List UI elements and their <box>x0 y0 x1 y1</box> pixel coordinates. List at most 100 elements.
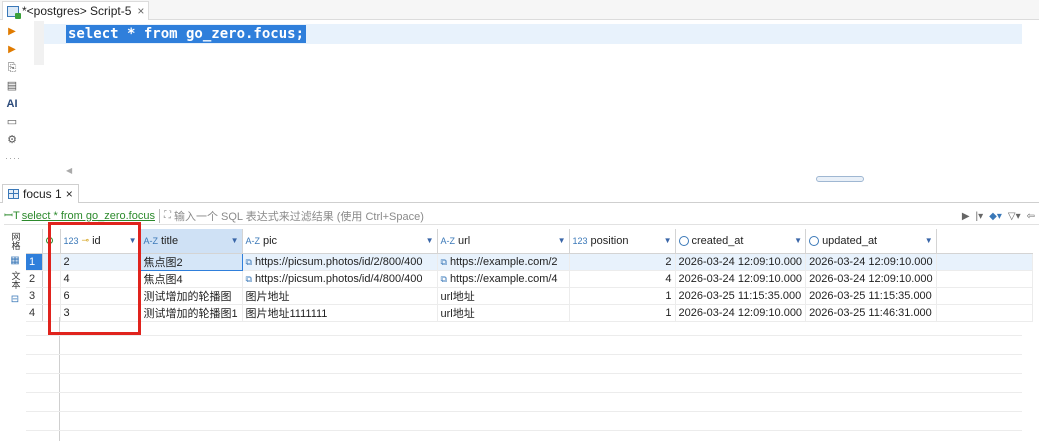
panel-splitter-handle[interactable] <box>816 176 864 182</box>
column-header-url[interactable]: A-Z url ▼ <box>437 229 570 254</box>
editor-tab-script-5[interactable]: *<postgres> Script-5 × <box>2 1 150 20</box>
link-icon: ⧉ <box>440 256 447 267</box>
cell-updated-at[interactable]: 2026-03-24 12:09:10.000 <box>805 253 937 271</box>
cell-created-at[interactable]: 2026-03-25 11:15:35.000 <box>675 287 807 305</box>
execute-script-icon[interactable]: ▶ <box>5 43 19 57</box>
cell-pic[interactable]: 图片地址 <box>242 287 438 305</box>
divider <box>158 208 160 223</box>
sql-script-icon <box>7 5 21 19</box>
table-row[interactable]: 2 4 焦点图4 ⧉ https://picsum.photos/id/4/800… <box>26 270 1033 288</box>
chevron-down-icon[interactable]: ▼ <box>129 236 137 245</box>
cell-pic[interactable]: ⧉ https://picsum.photos/id/2/800/400 <box>242 253 438 271</box>
column-header-created-at[interactable]: created_at ▼ <box>675 229 807 254</box>
empty-row <box>26 336 1022 355</box>
cell-spacer <box>42 253 61 271</box>
row-number-header <box>26 229 43 254</box>
link-icon: ⧉ <box>245 273 252 284</box>
row-number[interactable]: 1 <box>26 253 43 271</box>
chevron-down-icon[interactable]: ▼ <box>558 236 566 245</box>
cell-title[interactable]: 焦点图2 <box>139 252 243 271</box>
table-grid-icon <box>8 189 19 199</box>
cell-pic-text: https://picsum.photos/id/2/800/400 <box>254 255 423 268</box>
chevron-down-icon[interactable]: ▼ <box>426 236 434 245</box>
text-type-icon: A-Z <box>245 235 261 246</box>
cell-pic-text: https://picsum.photos/id/4/800/400 <box>254 272 423 285</box>
editor-tab-label: *<postgres> Script-5 <box>22 4 132 18</box>
numeric-type-icon: 123 <box>63 235 79 246</box>
execute-statement-icon[interactable]: ▶ <box>5 25 19 39</box>
chevron-down-icon[interactable]: ▼ <box>794 236 802 245</box>
cell-id[interactable]: 2 <box>60 253 141 271</box>
column-header-pic[interactable]: A-Z pic ▼ <box>242 229 438 254</box>
chevron-down-icon[interactable]: ▼ <box>231 236 239 245</box>
table-row[interactable]: 3 6 测试增加的轮播图 图片地址 url地址 1 2026-03-25 11:… <box>26 287 1033 305</box>
clock-icon <box>678 235 689 246</box>
cell-created-at[interactable]: 2026-03-24 12:09:10.000 <box>675 253 807 271</box>
expand-icon[interactable]: ⛶ <box>164 210 171 221</box>
cell-position[interactable]: 2 <box>569 253 676 271</box>
cell-pic[interactable]: ⧉ https://picsum.photos/id/4/800/400 <box>242 270 438 288</box>
cell-created-at[interactable]: 2026-03-24 12:09:10.000 <box>675 270 807 288</box>
cell-id[interactable]: 6 <box>60 287 141 305</box>
record-view-icon[interactable]: ⊟ <box>11 293 19 306</box>
settings-gear-icon[interactable]: ⚙ <box>5 133 19 147</box>
scroll-left-icon[interactable]: ◀ <box>66 166 72 175</box>
filter-actions: ▶ |▾ ◆▾ ▽▾ ⇦ <box>962 207 1035 225</box>
grid-view-tab[interactable]: 网格 <box>9 232 22 250</box>
table-row[interactable]: 1 2 焦点图2 ⧉ https://picsum.photos/id/2/800… <box>26 252 1033 271</box>
close-icon[interactable]: × <box>137 4 144 18</box>
grid-view-icon[interactable]: ▦ <box>10 254 19 267</box>
select-all-header[interactable] <box>42 229 61 254</box>
cell-url[interactable]: ⧉ https://example.com/4 <box>437 270 570 288</box>
console-icon[interactable]: ▭ <box>5 115 19 129</box>
empty-row <box>26 393 1022 412</box>
filter-input[interactable]: 输入一个 SQL 表达式来过滤结果 (使用 Ctrl+Space) <box>174 208 424 224</box>
cell-title[interactable]: 测试增加的轮播图 <box>140 287 243 305</box>
column-name: pic <box>263 234 278 247</box>
results-tab-bar: focus 1 × <box>0 183 1039 203</box>
filter-query-link[interactable]: select * from go_zero.focus <box>22 210 155 222</box>
explain-plan-icon[interactable]: ⎘ <box>5 61 19 75</box>
load-plan-icon[interactable]: ▤ <box>5 79 19 93</box>
column-name: position <box>590 234 629 247</box>
chevron-down-icon[interactable]: ▼ <box>664 236 672 245</box>
filter-funnel-icon[interactable]: ▽▾ <box>1008 211 1021 222</box>
cell-url[interactable]: ⧉ https://example.com/2 <box>437 253 570 271</box>
cell-updated-at[interactable]: 2026-03-25 11:15:35.000 <box>805 287 937 305</box>
ai-assistant-icon[interactable]: AI <box>5 97 19 111</box>
empty-row <box>26 317 1022 336</box>
apply-filter-icon[interactable]: ▶ <box>962 211 970 222</box>
editor-tab-bar: *<postgres> Script-5 × <box>0 0 1039 20</box>
editor-side-toolbar: ▶ ▶ ⎘ ▤ AI ▭ ⚙ ···· <box>0 21 24 179</box>
cell-url[interactable]: url地址 <box>437 287 570 305</box>
cell-url-text: https://example.com/2 <box>449 255 558 268</box>
cell-url-text: https://example.com/4 <box>449 272 558 285</box>
row-number[interactable]: 2 <box>26 270 43 288</box>
cell-spacer <box>42 287 61 305</box>
eraser-icon[interactable]: ◆▾ <box>989 211 1002 222</box>
cell-updated-at[interactable]: 2026-03-24 12:09:10.000 <box>805 270 937 288</box>
text-view-tab[interactable]: 文本 <box>9 271 22 289</box>
close-icon[interactable]: × <box>66 187 73 201</box>
select-all-icon[interactable] <box>45 236 53 244</box>
column-header-id[interactable]: 123 ⊸ id ▼ <box>60 229 141 254</box>
column-header-title[interactable]: A-Z title ▼ <box>140 229 243 254</box>
empty-grid-area <box>26 317 1022 431</box>
chevron-down-icon[interactable]: ▼ <box>925 236 933 245</box>
sql-editor-text[interactable]: select * from go_zero.focus; <box>66 25 307 43</box>
column-header-position[interactable]: 123 position ▼ <box>569 229 676 254</box>
cell-id[interactable]: 4 <box>60 270 141 288</box>
back-arrow-icon[interactable]: ⇦ <box>1027 211 1035 222</box>
cell-position[interactable]: 4 <box>569 270 676 288</box>
more-icon[interactable]: ···· <box>5 151 20 165</box>
clock-icon <box>809 235 820 246</box>
column-header-updated-at[interactable]: updated_at ▼ <box>805 229 937 254</box>
table-header-row: 123 ⊸ id ▼ A-Z title ▼ A-Z pic ▼ A-Z url ▼ 123 pos… <box>26 229 1033 254</box>
history-dropdown-icon[interactable]: |▾ <box>976 211 984 222</box>
results-tab-focus-1[interactable]: focus 1 × <box>2 184 79 203</box>
filter-bar: ꟷT select * from go_zero.focus ⛶ 输入一个 SQ… <box>4 207 1039 225</box>
row-number[interactable]: 3 <box>26 287 43 305</box>
empty-header <box>936 229 1033 254</box>
cell-title[interactable]: 焦点图4 <box>140 270 243 288</box>
cell-position[interactable]: 1 <box>569 287 676 305</box>
